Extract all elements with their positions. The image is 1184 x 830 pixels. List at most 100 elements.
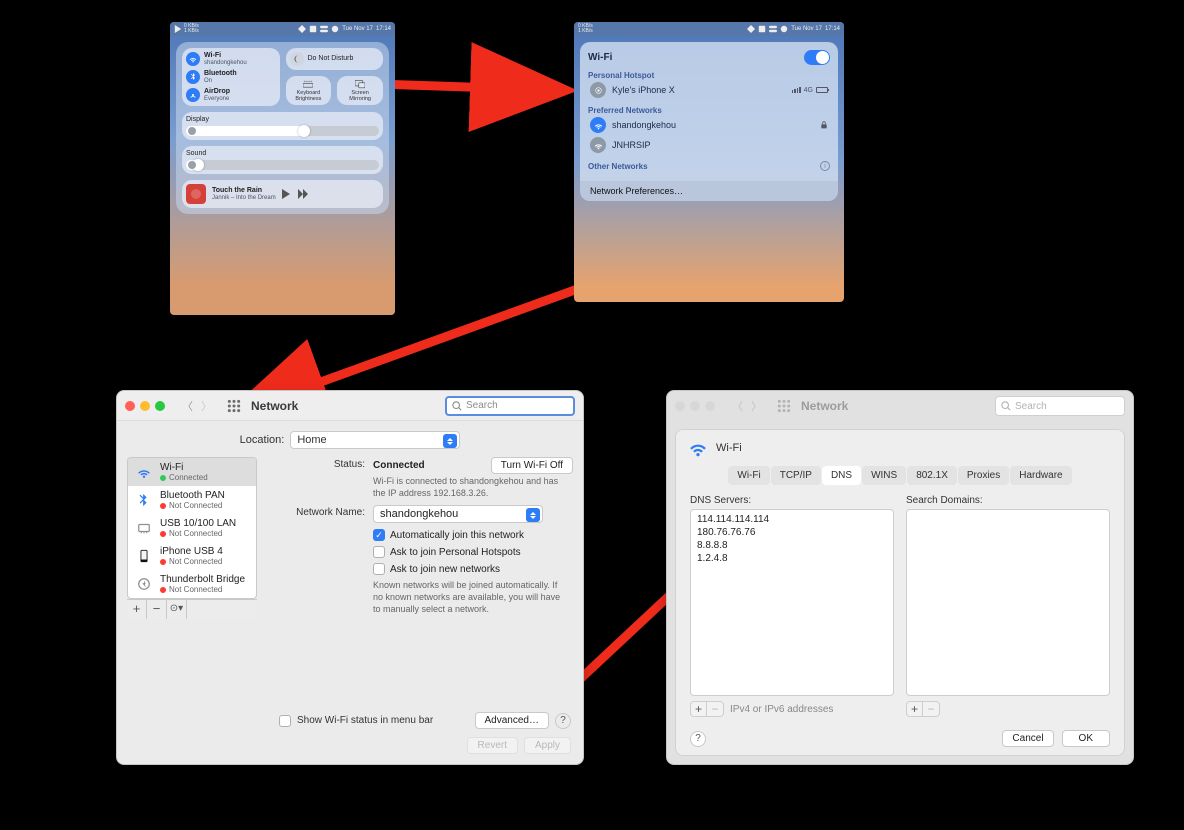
window-titlebar: 〈〉 Network Search [117, 391, 583, 421]
dns-entry[interactable]: 114.114.114.114 [697, 514, 887, 525]
turn-wifi-off-button[interactable]: Turn Wi-Fi Off [491, 457, 573, 474]
tab-hardware[interactable]: Hardware [1010, 466, 1071, 485]
wifi-network-item[interactable]: shandongkehou [588, 115, 830, 135]
wifi-icon [590, 117, 606, 133]
menubar-time[interactable]: 17:14 [376, 26, 391, 32]
app-icon[interactable] [309, 25, 317, 33]
dns-entry[interactable]: 1.2.4.8 [697, 553, 887, 564]
network-name-label: Network Name: [265, 505, 365, 518]
ask-hotspot-checkbox[interactable]: Ask to join Personal Hotspots [373, 546, 573, 558]
add-service-button[interactable]: + [127, 600, 147, 619]
revert-button[interactable]: Revert [467, 737, 518, 754]
display-slider[interactable] [186, 126, 379, 136]
app-icon[interactable] [758, 25, 766, 33]
show-all-icon[interactable] [227, 399, 241, 413]
search-domains-list[interactable] [906, 509, 1110, 696]
search-icon [1001, 401, 1011, 411]
add-domain-button[interactable]: + [907, 702, 923, 716]
close-button[interactable] [125, 401, 135, 411]
siri-icon[interactable] [780, 25, 788, 33]
status-value: Connected [373, 460, 425, 471]
sheet-title: Wi-Fi [716, 442, 742, 454]
ok-button[interactable]: OK [1062, 730, 1110, 747]
tab-wifi[interactable]: Wi-Fi [728, 466, 769, 485]
forward-button: 〉 [748, 398, 765, 414]
netspeed-label: 0 KB/s1 KB/s [184, 24, 199, 34]
ask-new-description: Known networks will be joined automatica… [373, 580, 563, 615]
play-icon[interactable] [282, 189, 292, 199]
tab-8021x[interactable]: 802.1X [907, 466, 957, 485]
wifi-toggle[interactable]: Wi-Fishandongkehou [186, 52, 276, 66]
advanced-button[interactable]: Advanced… [475, 712, 549, 729]
remove-domain-button[interactable]: − [923, 702, 939, 716]
menubar-time[interactable]: 17:14 [825, 26, 840, 32]
remove-dns-button[interactable]: − [707, 702, 723, 716]
dnd-toggle[interactable]: Do Not Disturb [286, 48, 384, 70]
sound-slider[interactable] [186, 160, 379, 170]
add-dns-button[interactable]: + [691, 702, 707, 716]
show-menu-checkbox[interactable] [279, 715, 291, 727]
minimize-button [690, 401, 700, 411]
close-button [675, 401, 685, 411]
hotspot-icon [590, 82, 606, 98]
service-item[interactable]: Bluetooth PANNot Connected [128, 486, 256, 514]
service-item[interactable]: Thunderbolt BridgeNot Connected [128, 570, 256, 598]
search-domains-label: Search Domains: [906, 495, 1110, 506]
siri-icon[interactable] [331, 25, 339, 33]
display-slider-tile: Display [182, 112, 383, 140]
battery-icon [816, 87, 828, 93]
auto-join-checkbox[interactable]: Automatically join this network [373, 529, 573, 541]
tab-bar: Wi-FiTCP/IPDNSWINS802.1XProxiesHardware [676, 466, 1124, 485]
help-button[interactable]: ? [555, 713, 571, 729]
wifi-network-item[interactable]: JNHRSIP [588, 135, 830, 155]
now-playing-tile[interactable]: Touch the RainJannik – Into the Dream [182, 180, 383, 208]
cancel-button[interactable]: Cancel [1002, 730, 1053, 747]
dns-servers-label: DNS Servers: [690, 495, 894, 506]
tab-dns[interactable]: DNS [822, 466, 861, 485]
status-description: Wi-Fi is connected to shandongkehou and … [373, 476, 563, 499]
forward-button[interactable]: 〉 [198, 398, 215, 414]
ask-new-networks-checkbox[interactable]: Ask to join new networks [373, 563, 573, 575]
keyboard-brightness-button[interactable]: Keyboard Brightness [286, 76, 332, 105]
location-popup[interactable]: Home [290, 431, 460, 449]
menubar-date[interactable]: Tue Nov 17 [791, 26, 822, 32]
zoom-button[interactable] [155, 401, 165, 411]
service-item[interactable]: USB 10/100 LANNot Connected [128, 514, 256, 542]
dns-servers-list[interactable]: 114.114.114.114 180.76.76.76 8.8.8.8 1.2.4.… [690, 509, 894, 696]
screen-mirroring-button[interactable]: Screen Mirroring [337, 76, 383, 105]
service-item[interactable]: Wi-FiConnected [128, 458, 256, 486]
info-icon[interactable]: i [820, 161, 830, 171]
back-button[interactable]: 〈 [179, 398, 196, 414]
tab-proxies[interactable]: Proxies [958, 466, 1009, 485]
next-icon[interactable] [298, 189, 308, 199]
signal-icon [792, 87, 801, 93]
service-item[interactable]: iPhone USB 4Not Connected [128, 542, 256, 570]
dns-entry[interactable]: 180.76.76.76 [697, 527, 887, 538]
wifi-switch[interactable] [804, 50, 830, 65]
album-art [186, 184, 206, 204]
bluetooth-toggle[interactable]: BluetoothOn [186, 70, 276, 84]
remove-service-button[interactable]: − [147, 600, 167, 619]
control-center-icon[interactable] [769, 25, 777, 33]
control-center-icon[interactable] [320, 25, 328, 33]
wifi-icon [134, 464, 154, 480]
tab-tcpip[interactable]: TCP/IP [771, 466, 821, 485]
network-preferences-link[interactable]: Network Preferences… [580, 181, 838, 201]
minimize-button[interactable] [140, 401, 150, 411]
hotspot-item[interactable]: Kyle's iPhone X 4G [588, 80, 830, 100]
netspeed-label: 0 KB/s1 KB/s [578, 24, 593, 34]
app-icon[interactable] [298, 25, 306, 33]
network-name-popup[interactable]: shandongkehou [373, 505, 543, 523]
service-actions-button[interactable]: ⊙▾ [167, 600, 187, 619]
airdrop-toggle[interactable]: AirDropEveryone [186, 88, 276, 102]
search-field[interactable]: Search [445, 396, 575, 416]
other-section-label: Other Networks [588, 162, 648, 171]
apply-button[interactable]: Apply [524, 737, 571, 754]
app-icon[interactable] [747, 25, 755, 33]
menubar-date[interactable]: Tue Nov 17 [342, 26, 373, 32]
chevron-updown-icon [526, 508, 540, 522]
dns-entry[interactable]: 8.8.8.8 [697, 540, 887, 551]
help-button[interactable]: ? [690, 731, 706, 747]
service-list[interactable]: Wi-FiConnected Bluetooth PANNot Connecte… [127, 457, 257, 599]
tab-wins[interactable]: WINS [862, 466, 906, 485]
